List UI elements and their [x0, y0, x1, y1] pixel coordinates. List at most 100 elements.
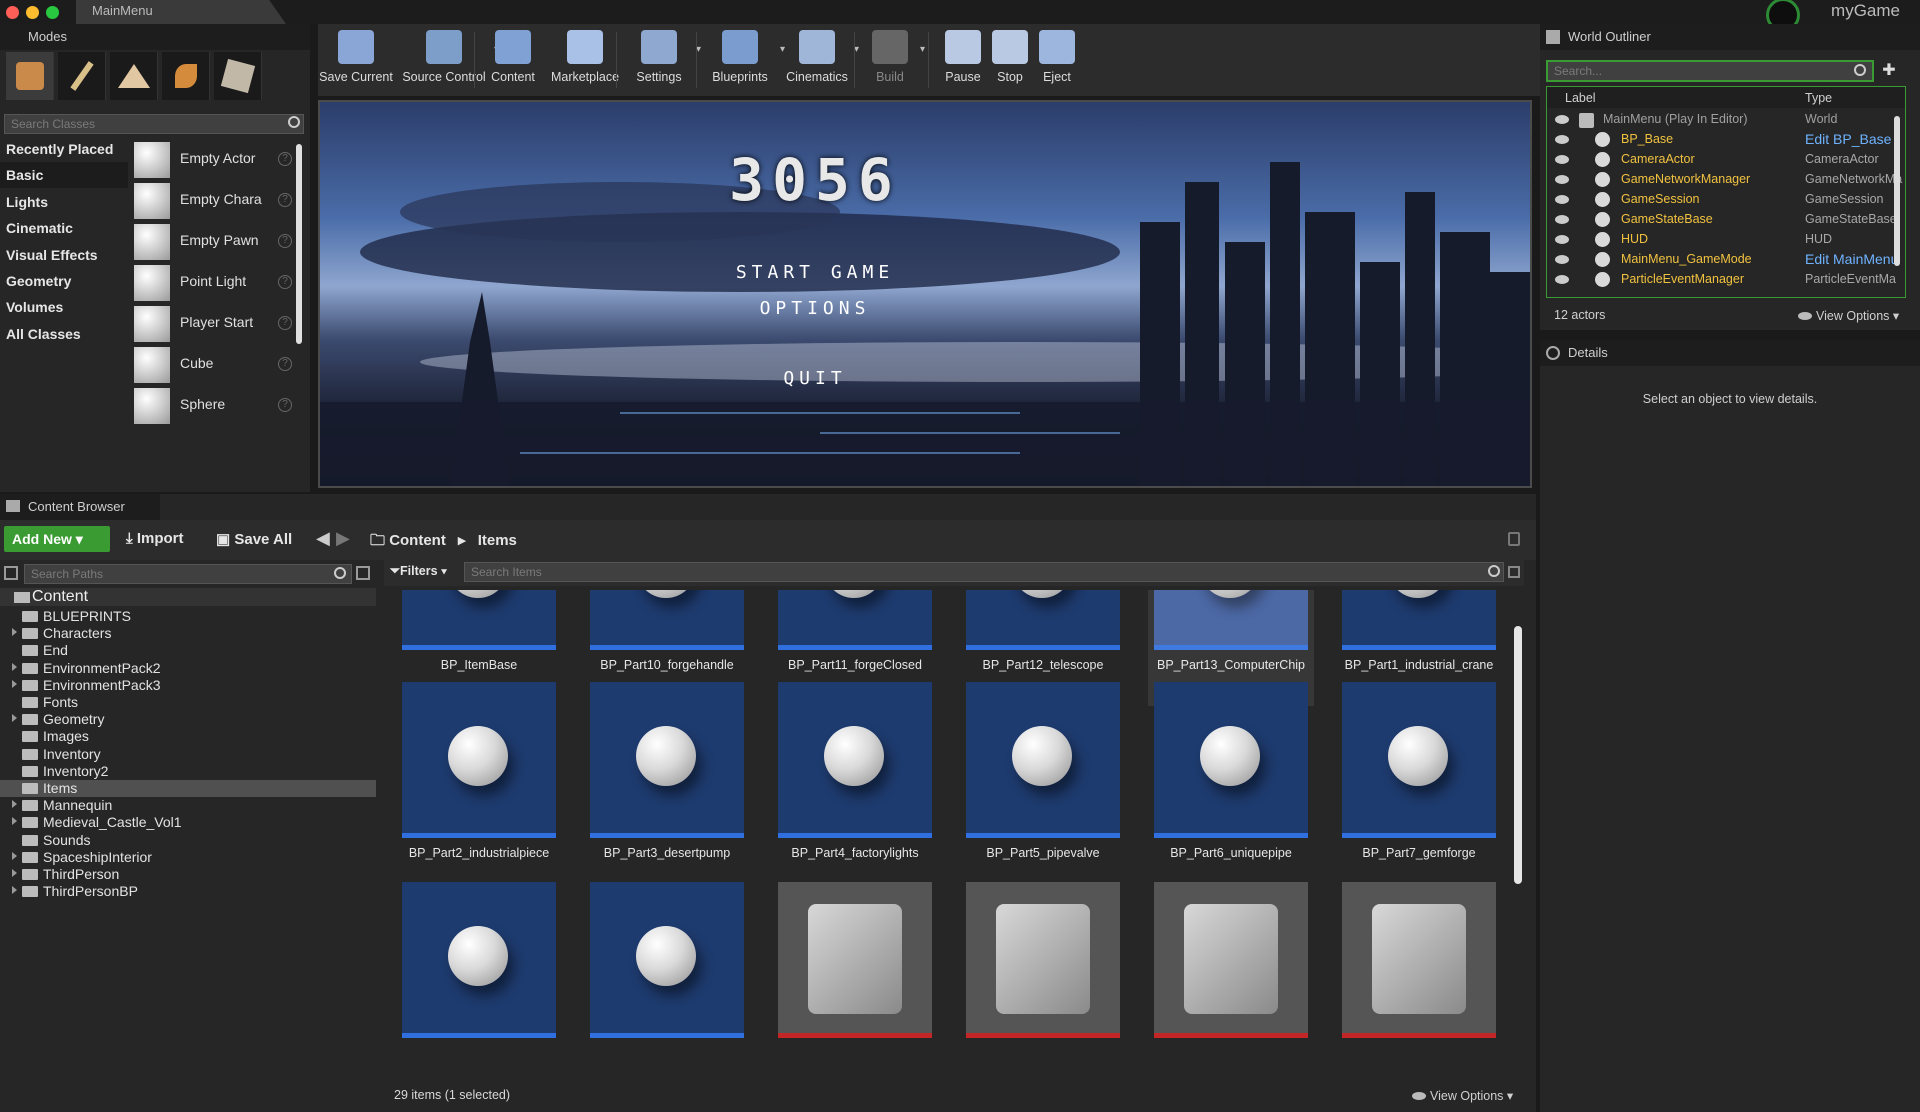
- stop-button[interactable]: Stop: [988, 30, 1032, 84]
- asset-tile[interactable]: BP_Part5_pipevalve: [966, 682, 1120, 882]
- folder-inventory2[interactable]: Inventory2: [0, 763, 376, 780]
- asset-tile[interactable]: [590, 882, 744, 1082]
- placeable-player-start[interactable]: Player Start?: [134, 304, 294, 344]
- pause-button[interactable]: Pause: [940, 30, 986, 84]
- content-button[interactable]: Content: [486, 30, 540, 84]
- outliner-scrollbar[interactable]: [1894, 116, 1900, 266]
- help-icon[interactable]: ?: [278, 193, 292, 207]
- asset-tile[interactable]: BP_Part4_factorylights: [778, 682, 932, 882]
- type-column-header[interactable]: Type: [1805, 91, 1832, 105]
- asset-tile[interactable]: [402, 882, 556, 1082]
- asset-view-options[interactable]: View Options ▾: [1412, 1088, 1513, 1103]
- folder-inventory[interactable]: Inventory: [0, 746, 376, 763]
- foliage-mode-icon[interactable]: [162, 52, 210, 100]
- category-visual-effects[interactable]: Visual Effects: [0, 242, 128, 268]
- folder-characters[interactable]: Characters: [0, 625, 376, 642]
- outliner-root-row[interactable]: MainMenu (Play In Editor) World: [1547, 110, 1905, 130]
- expand-arrow-icon[interactable]: [12, 800, 17, 809]
- asset-tile[interactable]: BP_Part6_uniquepipe: [1154, 682, 1308, 882]
- placeable-empty-chara[interactable]: Empty Chara?: [134, 181, 294, 221]
- category-cinematic[interactable]: Cinematic: [0, 215, 128, 241]
- visibility-eye-icon[interactable]: [1555, 275, 1569, 284]
- back-arrow-icon[interactable]: ◀: [316, 528, 330, 549]
- help-icon[interactable]: ?: [278, 316, 292, 330]
- placeable-empty-pawn[interactable]: Empty Pawn?: [134, 222, 294, 262]
- build-button[interactable]: Build: [862, 30, 918, 84]
- asset-tile[interactable]: BP_Part13_ComputerChip: [1148, 590, 1314, 706]
- outliner-row[interactable]: GameSession GameSession: [1547, 190, 1905, 210]
- lock-icon[interactable]: [1508, 532, 1520, 546]
- folder-images[interactable]: Images: [0, 728, 376, 745]
- paint-mode-icon[interactable]: [58, 52, 106, 100]
- folder-blueprints[interactable]: BLUEPRINTS: [0, 608, 376, 625]
- tree-root-content[interactable]: Content: [0, 588, 376, 606]
- visibility-eye-icon[interactable]: [1555, 135, 1569, 144]
- quit-button[interactable]: QUIT: [320, 368, 1310, 389]
- outliner-row[interactable]: ParticleEventManager ParticleEventMa: [1547, 270, 1905, 290]
- geometry-mode-icon[interactable]: [214, 52, 262, 100]
- eject-button[interactable]: Eject: [1034, 30, 1080, 84]
- folder-end[interactable]: End: [0, 642, 376, 659]
- expand-arrow-icon[interactable]: [12, 714, 17, 723]
- help-icon[interactable]: ?: [278, 398, 292, 412]
- asset-tile[interactable]: BP_Part10_forgehandle: [590, 590, 744, 694]
- category-recently-placed[interactable]: Recently Placed: [0, 136, 128, 162]
- visibility-eye-icon[interactable]: [1555, 175, 1569, 184]
- filters-dropdown[interactable]: ⏷Filters ▾: [390, 564, 447, 579]
- help-icon[interactable]: ?: [278, 234, 292, 248]
- asset-tile[interactable]: BP_Part3_desertpump: [590, 682, 744, 882]
- minimize-window-icon[interactable]: [26, 6, 39, 19]
- search-paths-input[interactable]: Search Paths: [24, 564, 352, 584]
- breadcrumb-content[interactable]: Content: [389, 532, 446, 549]
- outliner-view-options[interactable]: View Options ▾: [1798, 308, 1899, 323]
- forward-arrow-icon[interactable]: ▶: [336, 528, 350, 549]
- asset-tile[interactable]: BP_Part7_gemforge: [1342, 682, 1496, 882]
- folder-environmentpack3[interactable]: EnvironmentPack3: [0, 677, 376, 694]
- folder-thirdperson[interactable]: ThirdPerson: [0, 866, 376, 883]
- expand-arrow-icon[interactable]: [12, 869, 17, 877]
- asset-tile[interactable]: BP_Part11_forgeClosed: [778, 590, 932, 694]
- expand-arrow-icon[interactable]: [12, 662, 17, 671]
- folder-spaceshipinterior[interactable]: SpaceshipInterior: [0, 849, 376, 866]
- tree-view-options-icon[interactable]: [356, 566, 370, 580]
- maximize-window-icon[interactable]: [46, 6, 59, 19]
- outliner-row[interactable]: GameNetworkManager GameNetworkMa: [1547, 170, 1905, 190]
- asset-tile[interactable]: BP_Part12_telescope: [966, 590, 1120, 694]
- viewport[interactable]: 3056 START GAME OPTIONS QUIT: [318, 100, 1532, 488]
- modes-scrollbar[interactable]: [296, 144, 302, 344]
- asset-scrollbar[interactable]: [1514, 626, 1522, 884]
- edit-blueprint-link[interactable]: Edit MainMenu: [1805, 251, 1903, 267]
- outliner-row[interactable]: MainMenu_GameMode Edit MainMenu: [1547, 250, 1905, 270]
- help-icon[interactable]: ?: [278, 152, 292, 166]
- folder-fonts[interactable]: Fonts: [0, 694, 376, 711]
- help-icon[interactable]: ?: [278, 357, 292, 371]
- search-classes-input[interactable]: Search Classes: [4, 114, 304, 134]
- asset-tile[interactable]: [1154, 882, 1308, 1082]
- close-window-icon[interactable]: [6, 6, 19, 19]
- expand-arrow-icon[interactable]: [12, 851, 17, 860]
- visibility-eye-icon[interactable]: [1555, 255, 1569, 264]
- cinematics-button[interactable]: Cinematics: [782, 30, 852, 84]
- asset-tile[interactable]: BP_ItemBase: [402, 590, 556, 694]
- options-button[interactable]: OPTIONS: [320, 298, 1310, 319]
- details-tab[interactable]: Details: [1540, 340, 1920, 366]
- outliner-row[interactable]: CameraActor CameraActor: [1547, 150, 1905, 170]
- category-volumes[interactable]: Volumes: [0, 294, 128, 320]
- expand-arrow-icon[interactable]: [12, 817, 17, 826]
- build-dropdown-icon[interactable]: ▾: [920, 44, 925, 55]
- folder-items[interactable]: Items: [0, 780, 376, 797]
- breadcrumb-items[interactable]: Items: [478, 532, 517, 549]
- category-geometry[interactable]: Geometry: [0, 268, 128, 294]
- category-lights[interactable]: Lights: [0, 189, 128, 215]
- category-basic[interactable]: Basic: [0, 162, 128, 189]
- expand-arrow-icon[interactable]: [12, 679, 17, 688]
- blueprints-button[interactable]: Blueprints: [702, 30, 778, 84]
- edit-blueprint-link[interactable]: Edit BP_Base: [1805, 131, 1903, 147]
- marketplace-button[interactable]: Marketplace: [546, 30, 624, 84]
- visibility-eye-icon[interactable]: [1555, 235, 1569, 244]
- landscape-mode-icon[interactable]: [110, 52, 158, 100]
- visibility-eye-icon[interactable]: [1555, 215, 1569, 224]
- placeable-point-light[interactable]: Point Light?: [134, 263, 294, 303]
- content-browser-tab[interactable]: Content Browser: [0, 494, 160, 520]
- import-button[interactable]: ⤓ Import: [126, 530, 183, 547]
